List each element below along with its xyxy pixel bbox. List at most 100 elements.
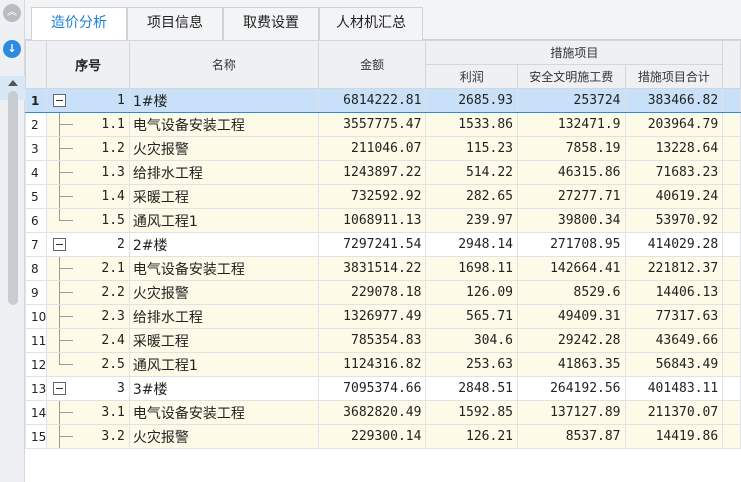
amount-cell[interactable]: 3557775.47 xyxy=(317,112,427,137)
profit-cell[interactable]: 1592.85 xyxy=(425,400,518,425)
amount-cell[interactable]: 211046.07 xyxy=(317,136,427,161)
seq-header[interactable]: 序号 xyxy=(46,40,130,89)
profit-cell[interactable]: 115.23 xyxy=(425,136,518,161)
row-number[interactable]: 11 xyxy=(25,328,48,353)
row-number[interactable]: 8 xyxy=(25,256,48,281)
amount-cell[interactable]: 1124316.82 xyxy=(317,352,427,377)
tab-fee-settings[interactable]: 取费设置 xyxy=(223,7,319,40)
name-cell[interactable]: 火灾报警 xyxy=(128,280,319,305)
tab-cost-analysis[interactable]: 造价分析 xyxy=(31,7,127,41)
profit-cell[interactable]: 2948.14 xyxy=(425,232,518,257)
profit-cell[interactable]: 565.71 xyxy=(425,304,518,329)
name-cell[interactable]: 给排水工程 xyxy=(128,304,319,329)
vertical-scrollbar-thumb[interactable] xyxy=(8,91,18,305)
amount-cell[interactable]: 1068911.13 xyxy=(317,208,427,233)
row-number[interactable]: 5 xyxy=(25,184,48,209)
safety-fee-cell[interactable]: 29242.28 xyxy=(516,328,626,353)
safety-fee-cell[interactable]: 49409.31 xyxy=(516,304,626,329)
safety-fee-cell[interactable]: 41863.35 xyxy=(516,352,626,377)
amount-cell[interactable]: 3682820.49 xyxy=(317,400,427,425)
safety-fee-cell[interactable]: 271708.95 xyxy=(516,232,626,257)
name-cell[interactable]: 采暖工程 xyxy=(128,184,319,209)
table-row[interactable]: 4 1.3 给排水工程 1243897.22 514.22 46315.86 71683.2… xyxy=(25,160,741,185)
table-row[interactable]: 8 2.1 电气设备安装工程 3831514.22 1698.11 142664.41 22… xyxy=(25,256,741,281)
measure-total-cell[interactable]: 203964.79 xyxy=(624,112,724,137)
safety-fee-cell[interactable]: 27277.71 xyxy=(516,184,626,209)
name-cell[interactable]: 火灾报警 xyxy=(128,136,319,161)
amount-cell[interactable]: 732592.92 xyxy=(317,184,427,209)
seq-cell[interactable]: 2.3 xyxy=(46,304,130,329)
profit-cell[interactable]: 2848.51 xyxy=(425,376,518,401)
profit-header[interactable]: 利润 xyxy=(425,64,518,89)
collapse-tree-icon[interactable] xyxy=(53,238,67,251)
table-row[interactable]: 3 1.2 火灾报警 211046.07 115.23 7858.19 13228.64 xyxy=(25,136,741,161)
amount-cell[interactable]: 6814222.81 xyxy=(317,88,427,113)
profit-cell[interactable]: 1698.11 xyxy=(425,256,518,281)
seq-cell[interactable]: 2.1 xyxy=(46,256,130,281)
seq-cell[interactable]: 2 xyxy=(46,232,130,257)
name-cell[interactable]: 电气设备安装工程 xyxy=(128,400,319,425)
name-cell[interactable]: 采暖工程 xyxy=(128,328,319,353)
safety-fee-cell[interactable]: 253724 xyxy=(516,88,626,113)
row-number[interactable]: 14 xyxy=(25,400,48,425)
safety-fee-cell[interactable]: 39800.34 xyxy=(516,208,626,233)
name-cell[interactable]: 1#楼 xyxy=(128,88,319,113)
amount-cell[interactable]: 7095374.66 xyxy=(317,376,427,401)
amount-cell[interactable]: 785354.83 xyxy=(317,328,427,353)
table-row[interactable]: 10 2.3 给排水工程 1326977.49 565.71 49409.31 77317.… xyxy=(25,304,741,329)
row-number[interactable]: 2 xyxy=(25,112,48,137)
seq-cell[interactable]: 1.3 xyxy=(46,160,130,185)
tab-project-info[interactable]: 项目信息 xyxy=(127,7,223,40)
row-number[interactable]: 6 xyxy=(25,208,48,233)
profit-cell[interactable]: 126.21 xyxy=(425,424,518,449)
measure-total-cell[interactable]: 211370.07 xyxy=(624,400,724,425)
table-row[interactable]: 6 1.5 通风工程1 1068911.13 239.97 39800.34 53970.9… xyxy=(25,208,741,233)
profit-cell[interactable]: 239.97 xyxy=(425,208,518,233)
seq-cell[interactable]: 1.1 xyxy=(46,112,130,137)
table-row[interactable]: 9 2.2 火灾报警 229078.18 126.09 8529.6 14406.13 xyxy=(25,280,741,305)
name-cell[interactable]: 通风工程1 xyxy=(128,352,319,377)
measure-total-cell[interactable]: 40619.24 xyxy=(624,184,724,209)
seq-cell[interactable]: 1.4 xyxy=(46,184,130,209)
row-number[interactable]: 15 xyxy=(25,424,48,449)
seq-cell[interactable]: 3.2 xyxy=(46,424,130,449)
seq-cell[interactable]: 2.5 xyxy=(46,352,130,377)
safety-fee-cell[interactable]: 264192.56 xyxy=(516,376,626,401)
collapse-tree-icon[interactable] xyxy=(53,94,67,107)
table-row[interactable]: 15 3.2 火灾报警 229300.14 126.21 8537.87 14419.86 xyxy=(25,424,741,449)
measure-total-cell[interactable]: 56843.49 xyxy=(624,352,724,377)
seq-cell[interactable]: 2.2 xyxy=(46,280,130,305)
table-row[interactable]: 7 2 2#楼 7297241.54 2948.14 271708.95 414029.28 xyxy=(25,232,741,257)
amount-header[interactable]: 金额 xyxy=(317,40,427,89)
seq-cell[interactable]: 1.2 xyxy=(46,136,130,161)
table-row[interactable]: 12 2.5 通风工程1 1124316.82 253.63 41863.35 56843.… xyxy=(25,352,741,377)
scroll-up-arrow-icon[interactable] xyxy=(8,80,18,86)
measure-total-cell[interactable]: 221812.37 xyxy=(624,256,724,281)
name-header[interactable]: 名称 xyxy=(128,40,319,89)
row-number[interactable]: 1 xyxy=(25,88,48,113)
measure-total-cell[interactable]: 13228.64 xyxy=(624,136,724,161)
download-icon[interactable]: ↓ xyxy=(3,40,21,58)
amount-cell[interactable]: 229300.14 xyxy=(317,424,427,449)
safety-fee-cell[interactable]: 46315.86 xyxy=(516,160,626,185)
measure-total-cell[interactable]: 71683.23 xyxy=(624,160,724,185)
row-number[interactable]: 7 xyxy=(25,232,48,257)
profit-cell[interactable]: 514.22 xyxy=(425,160,518,185)
measure-total-cell[interactable]: 43649.66 xyxy=(624,328,724,353)
safety-fee-cell[interactable]: 7858.19 xyxy=(516,136,626,161)
amount-cell[interactable]: 1326977.49 xyxy=(317,304,427,329)
measure-total-cell[interactable]: 414029.28 xyxy=(624,232,724,257)
amount-cell[interactable]: 3831514.22 xyxy=(317,256,427,281)
name-cell[interactable]: 给排水工程 xyxy=(128,160,319,185)
amount-cell[interactable]: 7297241.54 xyxy=(317,232,427,257)
measure-total-cell[interactable]: 14419.86 xyxy=(624,424,724,449)
name-cell[interactable]: 通风工程1 xyxy=(128,208,319,233)
name-cell[interactable]: 火灾报警 xyxy=(128,424,319,449)
safety-fee-cell[interactable]: 132471.9 xyxy=(516,112,626,137)
tab-labor-material-machine-summary[interactable]: 人材机汇总 xyxy=(319,7,423,40)
name-cell[interactable]: 电气设备安装工程 xyxy=(128,256,319,281)
row-number[interactable]: 12 xyxy=(25,352,48,377)
measure-total-cell[interactable]: 77317.63 xyxy=(624,304,724,329)
measure-total-header[interactable]: 措施项目合计 xyxy=(624,64,724,89)
table-row[interactable]: 11 2.4 采暖工程 785354.83 304.6 29242.28 43649.66 xyxy=(25,328,741,353)
